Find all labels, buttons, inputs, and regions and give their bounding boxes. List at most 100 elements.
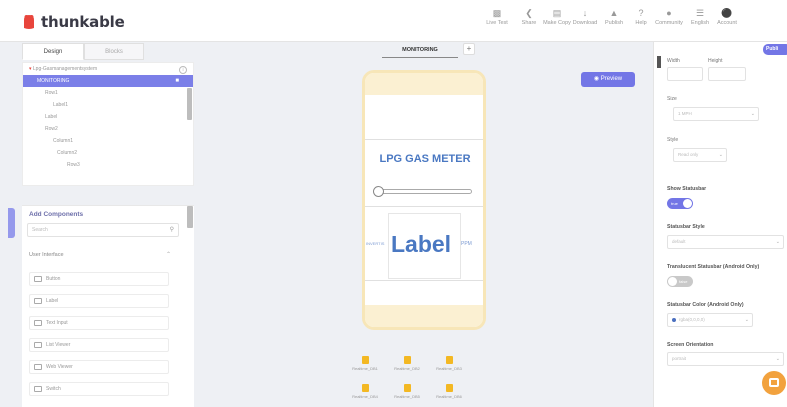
- thunkable-logo[interactable]: thunkable: [22, 13, 125, 31]
- toolbar-share-button[interactable]: ❮ Share: [514, 6, 544, 26]
- firebase-icon: [403, 356, 411, 364]
- tree-item-label: Label: [45, 114, 58, 120]
- thunkable-logo-icon: [24, 15, 34, 29]
- phone-icon: ▩: [492, 8, 502, 18]
- toolbar-help-button[interactable]: ? Help: [626, 6, 656, 26]
- meter-title-label[interactable]: LPG GAS METER: [370, 153, 480, 165]
- realtime-db-component[interactable]: Realtime_DB1: [344, 356, 386, 371]
- delete-icon[interactable]: ■: [175, 75, 179, 87]
- width-label: Width: [667, 58, 680, 64]
- realtime-db-label: Realtime_DB2: [394, 366, 420, 371]
- component-text-input[interactable]: Text Input: [29, 316, 169, 330]
- tab-design[interactable]: Design: [22, 43, 84, 60]
- style-label: Style: [667, 137, 679, 143]
- tree-item[interactable]: Row2: [23, 123, 193, 135]
- tree-item[interactable]: Label1: [23, 99, 193, 111]
- tree-project-row[interactable]: ▾ Lpg-Gasmanagementsystem i: [23, 63, 193, 75]
- component-search-input[interactable]: Search ⚲: [27, 223, 179, 237]
- tree-item[interactable]: Column2: [23, 147, 193, 159]
- slider-thumb[interactable]: [373, 186, 384, 197]
- realtime-db-label: Realtime_DB4: [352, 394, 378, 399]
- tree-item[interactable]: MONITORING ■: [23, 75, 193, 87]
- style-select[interactable]: Read only ⌄: [673, 148, 727, 162]
- realtime-db-component[interactable]: Realtime_DB6: [428, 384, 470, 399]
- tree-items: MONITORING ■ Row1 Label1 Label Row2 Column1 Col…: [23, 75, 193, 171]
- translucent-statusbar-toggle[interactable]: false: [667, 276, 693, 287]
- realtime-db-component[interactable]: Realtime_DB2: [386, 356, 428, 371]
- tree-project-label: Lpg-Gasmanagementsystem: [32, 66, 98, 72]
- publish-button[interactable]: Publi: [763, 44, 787, 55]
- reading-value-label[interactable]: Label: [391, 231, 451, 258]
- chevron-down-icon: ⌄: [744, 317, 749, 323]
- height-input[interactable]: [708, 67, 746, 81]
- phone-status-bar: [365, 73, 483, 95]
- screen-orientation-label: Screen Orientation: [667, 342, 714, 348]
- size-value: 1 MPH: [678, 111, 692, 116]
- properties-scrollbar[interactable]: [657, 56, 661, 68]
- statusbar-color-select[interactable]: rgba(0,0,0,0) ⌄: [667, 313, 753, 327]
- chevron-down-icon: ⌄: [775, 356, 780, 362]
- tree-item[interactable]: Column1: [23, 135, 193, 147]
- tree-item[interactable]: Row3: [23, 159, 193, 171]
- toolbar-label: English: [690, 20, 710, 26]
- firebase-icon: [361, 356, 369, 364]
- toolbar-download-button[interactable]: ↓ Download: [570, 6, 600, 26]
- app-root: thunkable ▩ Live Test ❮ Share ▤ Make Copy ↓ Dow…: [0, 0, 787, 407]
- toolbar-make-copy-button[interactable]: ▤ Make Copy: [542, 6, 572, 26]
- panel-collapse-handle[interactable]: [8, 208, 15, 238]
- component-list-viewer[interactable]: List Viewer: [29, 338, 169, 352]
- component-switch[interactable]: Switch: [29, 382, 169, 396]
- chat-support-button[interactable]: [762, 371, 786, 395]
- unit-label[interactable]: PPM: [461, 241, 472, 247]
- components-scrollbar[interactable]: [187, 206, 193, 228]
- top-bar: thunkable ▩ Live Test ❮ Share ▤ Make Copy ↓ Dow…: [0, 0, 787, 42]
- width-input[interactable]: [667, 67, 703, 81]
- height-label: Height: [708, 58, 723, 64]
- screen-orientation-select[interactable]: portrait ⌄: [667, 352, 784, 366]
- component-button[interactable]: Button: [29, 272, 169, 286]
- tree-item-label: Column2: [57, 150, 78, 156]
- component-label[interactable]: Label: [29, 294, 169, 308]
- screen-orientation-value: portrait: [672, 356, 687, 361]
- size-label: Size: [667, 96, 677, 102]
- row-divider: [365, 139, 483, 140]
- statusbar-style-select[interactable]: default ⌄: [667, 235, 784, 249]
- toolbar-publish-button[interactable]: ▲ Publish: [599, 6, 629, 26]
- translucent-statusbar-label: Translucent Statusbar (Android Only): [667, 264, 760, 270]
- category-user-interface[interactable]: User Interface: [29, 252, 64, 258]
- firebase-icon: [445, 356, 453, 364]
- preview-button[interactable]: ◉ Preview: [581, 72, 635, 87]
- realtime-db-component[interactable]: Realtime_DB3: [428, 356, 470, 371]
- toolbar-community-button[interactable]: ● Community: [654, 6, 684, 26]
- chevron-up-icon[interactable]: ⌃: [166, 251, 171, 258]
- tree-item[interactable]: Label: [23, 111, 193, 123]
- toolbar-english-button[interactable]: ☰ English: [685, 6, 715, 26]
- component-web-viewer[interactable]: Web Viewer: [29, 360, 169, 374]
- tab-blocks[interactable]: Blocks: [84, 43, 144, 60]
- share-icon: ❮: [525, 8, 533, 18]
- info-icon[interactable]: i: [179, 66, 187, 74]
- tree-item[interactable]: Row1: [23, 87, 193, 99]
- component-icon: [34, 276, 42, 282]
- toolbar-label: Publish: [604, 20, 624, 26]
- realtime-db-component[interactable]: Realtime_DB5: [386, 384, 428, 399]
- realtime-db-component[interactable]: Realtime_DB4: [344, 384, 386, 399]
- tree-scrollbar[interactable]: [187, 88, 192, 120]
- left-small-label[interactable]: INVERTIS: [366, 241, 384, 246]
- statusbar-color-label: Statusbar Color (Android Only): [667, 302, 744, 308]
- size-select[interactable]: 1 MPH ⌄: [673, 107, 759, 121]
- add-screen-button[interactable]: +: [463, 43, 475, 55]
- slider-track[interactable]: [376, 189, 472, 194]
- search-placeholder: Search: [32, 227, 48, 233]
- show-statusbar-toggle[interactable]: true: [667, 198, 693, 209]
- component-label: Switch: [46, 386, 61, 392]
- component-icon: [34, 342, 42, 348]
- toolbar-account-button[interactable]: ⚫ Account: [712, 6, 742, 26]
- statusbar-style-value: default: [672, 239, 686, 244]
- show-statusbar-label: Show Statusbar: [667, 186, 707, 192]
- language-icon: ☰: [695, 8, 705, 18]
- screen-selector[interactable]: MONITORING: [382, 44, 458, 58]
- play-icon: ◉: [593, 76, 600, 82]
- toolbar-live-test-button[interactable]: ▩ Live Test: [482, 6, 512, 26]
- toggle-knob: [668, 277, 677, 286]
